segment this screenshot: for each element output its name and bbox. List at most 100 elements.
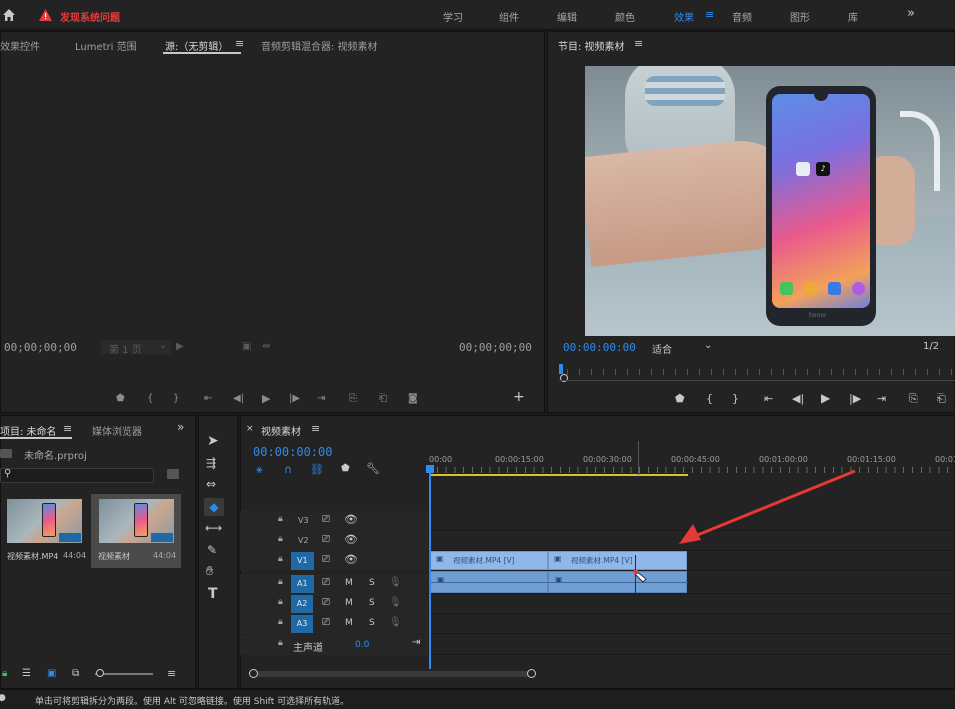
go-to-end-icon[interactable]: ⇥ <box>412 637 420 648</box>
tab-audio-clip-mixer[interactable]: 音频剪辑混合器: 视频素材 <box>261 38 378 53</box>
mute-button[interactable]: M <box>345 578 353 588</box>
lock-icon[interactable]: 🔒︎ <box>278 514 283 524</box>
tab-project[interactable]: 项目: 未命名 <box>0 423 57 438</box>
tab-source[interactable]: 源:（无剪辑） <box>165 38 228 53</box>
mark-in-icon[interactable]: { <box>147 393 153 404</box>
linked-selection-icon[interactable]: ⛓︎ <box>310 463 324 476</box>
workspace-graphics[interactable]: 图形 <box>790 9 810 24</box>
sync-lock-icon[interactable]: ⎚ <box>322 597 330 608</box>
workspace-effects[interactable]: 效果 <box>674 9 694 24</box>
microphone-icon[interactable]: 🎙︎ <box>389 597 402 608</box>
project-menu-icon[interactable]: ≡ <box>63 422 72 435</box>
extract-icon[interactable]: ⎗ <box>937 392 946 406</box>
go-to-in-icon[interactable]: ⇤ <box>764 392 773 405</box>
more-panels-icon[interactable]: » <box>177 420 184 434</box>
razor-tool-icon[interactable]: ◆ <box>204 498 224 516</box>
eye-icon[interactable]: 👁︎ <box>344 533 358 546</box>
microphone-icon[interactable]: 🎙︎ <box>389 577 402 588</box>
zoom-slider-handle[interactable] <box>96 669 104 677</box>
marker-icon[interactable]: ⬟ <box>675 392 685 405</box>
insert-clip-icon[interactable]: ⎘ <box>349 393 357 404</box>
sync-lock-icon[interactable]: ⎚ <box>322 577 330 588</box>
sync-lock-icon[interactable]: ⎚ <box>322 554 330 565</box>
freeform-view-icon[interactable]: ⧉ <box>72 668 79 679</box>
go-to-out-icon[interactable]: ⇥ <box>877 392 886 405</box>
insert-icon[interactable]: ⇹ <box>262 341 270 352</box>
mark-in-icon[interactable]: { <box>706 392 713 405</box>
master-volume-value[interactable]: 0.0 <box>355 640 369 650</box>
snap-icon[interactable]: ∩ <box>284 463 292 476</box>
solo-button[interactable]: S <box>369 578 375 588</box>
home-icon[interactable] <box>1 7 17 23</box>
overwrite-clip-icon[interactable]: ⎗ <box>379 393 387 404</box>
type-tool-icon[interactable]: T <box>208 586 218 602</box>
add-button-icon[interactable]: + <box>513 389 525 405</box>
nest-icon[interactable]: ⚹ <box>256 463 263 477</box>
audio-clip[interactable]: ▣ <box>430 571 549 593</box>
play-icon[interactable]: ▶ <box>262 392 270 405</box>
list-view-icon[interactable]: ☰ <box>22 668 31 679</box>
lock-icon[interactable]: 🔒︎ <box>278 638 283 648</box>
work-area-bar[interactable] <box>429 474 688 476</box>
slip-tool-icon[interactable]: ⟷ <box>205 521 222 535</box>
workspace-editing[interactable]: 编辑 <box>557 9 577 24</box>
lock-icon[interactable]: 🔒︎ <box>2 668 7 679</box>
workspace-libraries[interactable]: 库 <box>848 9 858 24</box>
microphone-icon[interactable]: 🎙︎ <box>389 617 402 628</box>
selection-tool-icon[interactable]: ➤ <box>207 433 219 449</box>
more-workspaces-icon[interactable]: » <box>907 6 915 21</box>
mark-out-icon[interactable]: } <box>173 393 179 404</box>
workspace-assembly[interactable]: 组件 <box>499 9 519 24</box>
project-item-selected[interactable]: 视频素材 44:04 <box>91 494 181 568</box>
timeline-scrollbar[interactable] <box>251 671 533 677</box>
sort-icon[interactable]: ≡ <box>167 667 176 680</box>
program-timecode[interactable]: 00:00:00:00 <box>563 341 636 354</box>
track-select-tool-icon[interactable]: ⇶ <box>206 456 216 470</box>
workspace-color[interactable]: 颜色 <box>615 9 635 24</box>
program-menu-icon[interactable]: ≡ <box>634 37 643 50</box>
camera-icon[interactable]: ◙ <box>408 393 418 404</box>
icon-view-icon[interactable]: ▣ <box>47 668 56 679</box>
resolution-dropdown[interactable]: 1/2 <box>923 341 939 352</box>
go-to-out-icon[interactable]: ⇥ <box>317 393 325 404</box>
step-back-icon[interactable]: ◀| <box>233 393 244 404</box>
fit-dropdown[interactable]: 适合 ⌄ <box>648 340 716 356</box>
mark-out-icon[interactable]: } <box>732 392 739 405</box>
tab-media-browser[interactable]: 媒体浏览器 <box>92 423 142 438</box>
step-forward-icon[interactable]: |▶ <box>289 393 300 404</box>
workspace-menu-icon[interactable]: ≡ <box>705 8 714 21</box>
wrench-icon[interactable]: 🔧︎ <box>366 462 380 475</box>
pen-tool-icon[interactable]: ✎ <box>207 543 217 557</box>
new-bin-icon[interactable] <box>167 469 179 479</box>
track-target-a3[interactable]: A3 <box>291 615 313 633</box>
sync-lock-icon[interactable]: ⎚ <box>322 617 330 628</box>
program-title[interactable]: 节目: 视频素材 <box>558 38 625 53</box>
program-playhead[interactable] <box>559 364 563 374</box>
eye-icon[interactable]: 👁︎ <box>344 513 358 526</box>
workspace-learn[interactable]: 学习 <box>443 9 463 24</box>
warning-text[interactable]: 发现系统问题 <box>60 9 120 24</box>
lock-icon[interactable]: 🔒︎ <box>278 577 283 587</box>
safe-margins-icon[interactable]: ▣ <box>242 341 251 352</box>
close-sequence-icon[interactable]: × <box>246 424 254 434</box>
scrollbar-right-handle[interactable] <box>527 669 536 678</box>
marker-icon[interactable]: ⬟ <box>116 393 125 404</box>
go-to-in-icon[interactable]: ⇤ <box>204 393 212 404</box>
page-dropdown[interactable]: 第 1 页 ⌄ <box>101 340 171 356</box>
warning-icon[interactable] <box>39 9 52 21</box>
playhead-handle[interactable] <box>426 465 434 473</box>
project-item[interactable]: 视频素材.MP4 44:04 <box>3 494 86 568</box>
lock-icon[interactable]: 🔒︎ <box>278 617 283 627</box>
lock-icon[interactable]: 🔒︎ <box>278 554 283 564</box>
step-forward-icon[interactable]: |▶ <box>849 392 861 405</box>
lock-icon[interactable]: 🔒︎ <box>278 597 283 607</box>
video-clip[interactable]: ▣ 视频素材.MP4 [V] <box>548 551 687 570</box>
hand-tool-icon[interactable]: ✋︎ <box>206 564 213 579</box>
solo-button[interactable]: S <box>369 598 375 608</box>
ripple-edit-tool-icon[interactable]: ⇔ <box>206 477 216 491</box>
scrollbar-left-handle[interactable] <box>249 669 258 678</box>
tab-menu-icon[interactable]: ≡ <box>235 37 244 50</box>
solo-button[interactable]: S <box>369 618 375 628</box>
timeline-timecode[interactable]: 00:00:00:00 <box>253 445 332 459</box>
track-target-a2[interactable]: A2 <box>291 595 313 613</box>
